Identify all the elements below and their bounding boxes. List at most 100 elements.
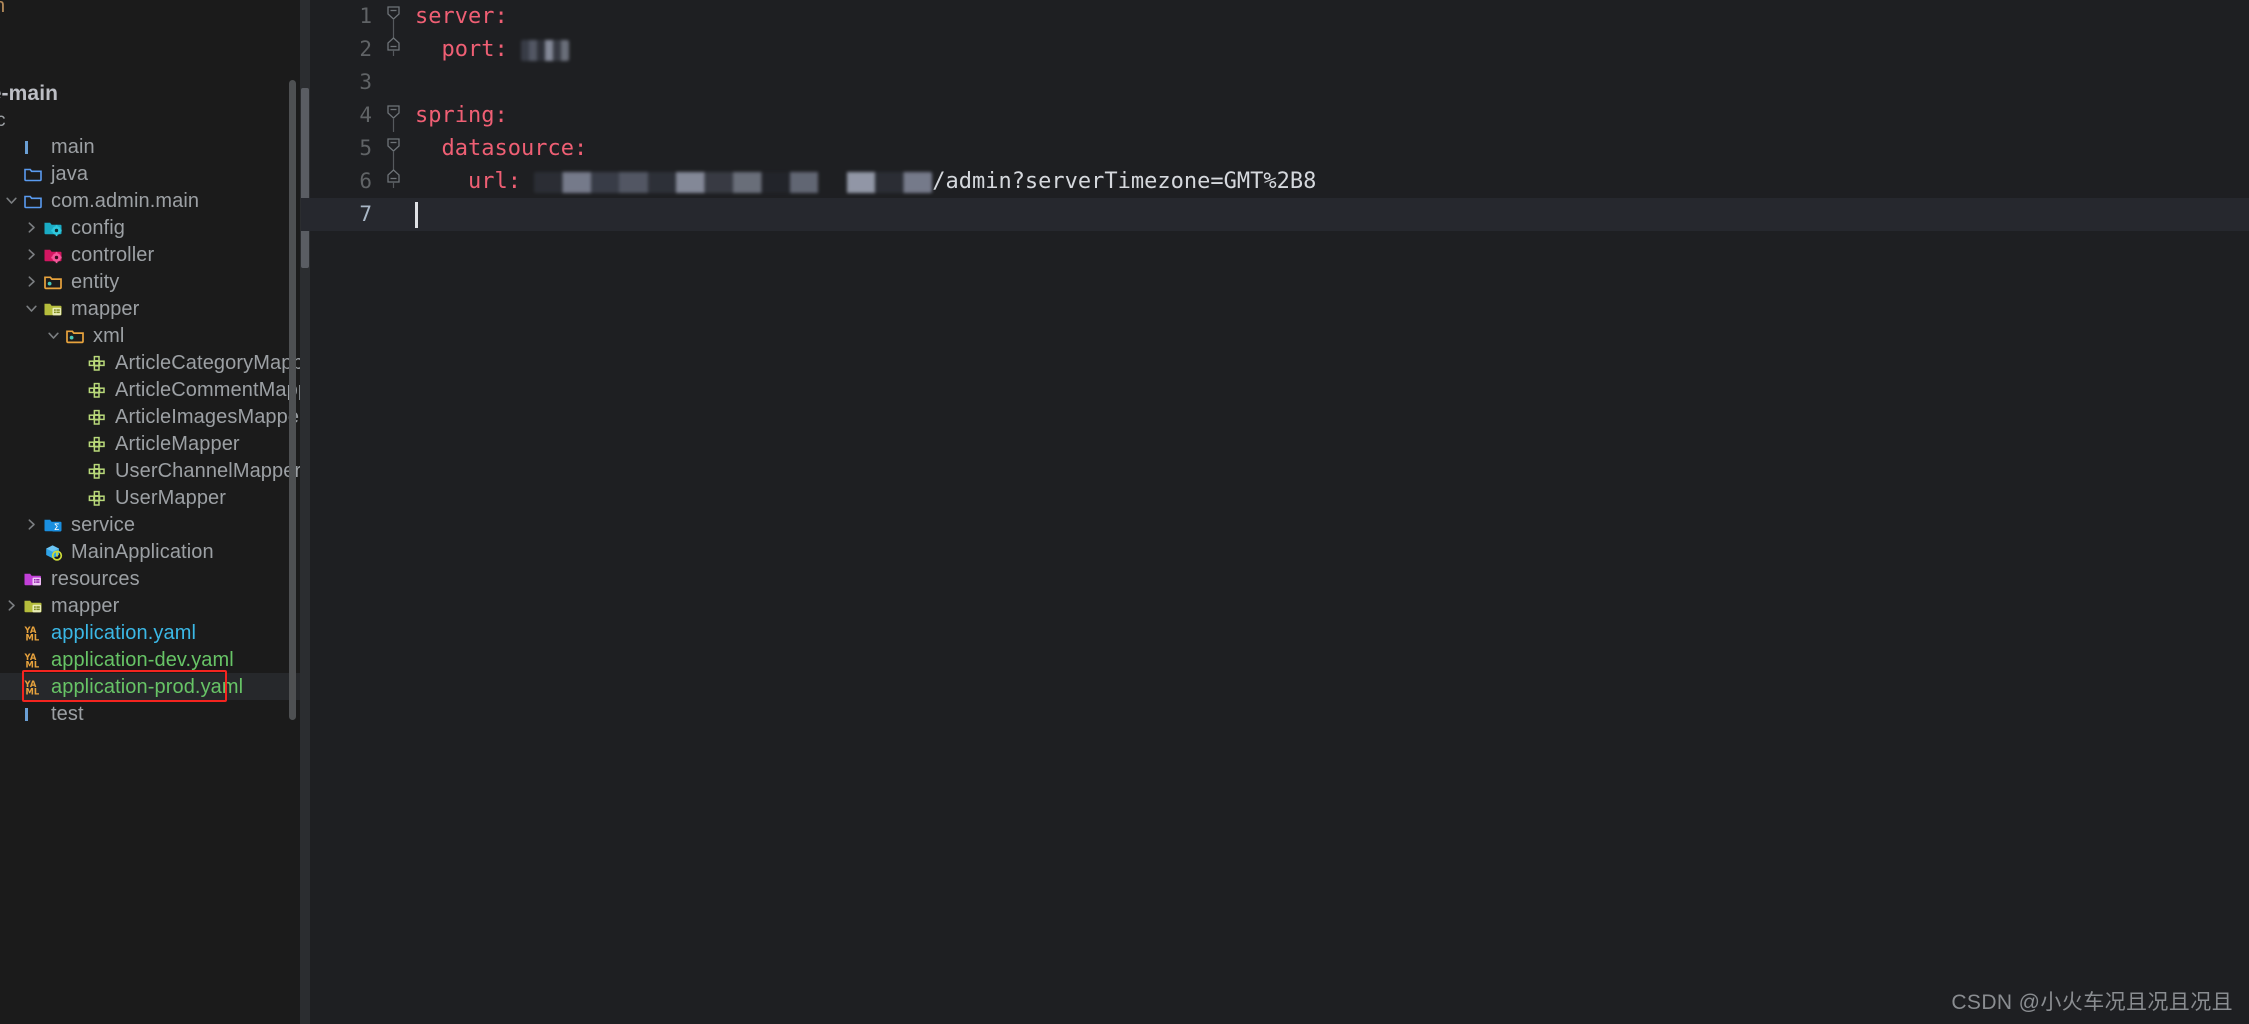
- tree-item-com-admin-main[interactable]: com.admin.main: [0, 187, 300, 214]
- tree-item-label: UserMapper: [115, 486, 227, 509]
- folder-service-icon: Σ: [42, 515, 64, 535]
- tree-item-label: controller: [71, 243, 155, 266]
- code-folding-gutter[interactable]: [381, 0, 407, 1024]
- tree-item-mapper[interactable]: mapper: [0, 592, 300, 619]
- source-root-icon: [22, 704, 44, 724]
- project-root-row[interactable]: ce-main: [0, 80, 58, 107]
- line-number-gutter: 1 2 3 4 5 6 7: [301, 0, 381, 1024]
- tree-item-config[interactable]: config: [0, 214, 300, 241]
- source-root-icon: [22, 137, 44, 157]
- project-tree-panel[interactable]: n ce-main c main java com.admin.main config…: [0, 0, 300, 1024]
- line-number: 3: [359, 70, 372, 94]
- code-line[interactable]: port:: [415, 33, 2249, 66]
- tree-item-articlemapper[interactable]: ArticleMapper: [0, 430, 300, 457]
- chevron-down-icon[interactable]: [42, 329, 64, 342]
- tree-item-label: xml: [93, 324, 125, 347]
- line-number: 6: [359, 169, 372, 193]
- fold-toggle-icon[interactable]: [381, 165, 407, 198]
- code-line[interactable]: server:: [415, 0, 2249, 33]
- tree-item-mapper[interactable]: mapper: [0, 295, 300, 322]
- tree-item-label: application.yaml: [51, 621, 197, 644]
- tree-list[interactable]: main java com.admin.main config controller en…: [0, 133, 300, 727]
- tree-item-xml[interactable]: xml: [0, 322, 300, 349]
- java-interface-icon: [86, 488, 108, 508]
- tree-item-controller[interactable]: controller: [0, 241, 300, 268]
- java-interface-icon: [86, 434, 108, 454]
- tree-item-usermapper[interactable]: UserMapper: [0, 484, 300, 511]
- tree-item-label: MainApplication: [71, 540, 214, 563]
- line-number: 7: [359, 202, 372, 226]
- tree-item-label: resources: [51, 567, 140, 590]
- code-line[interactable]: spring:: [415, 99, 2249, 132]
- chevron-right-icon[interactable]: [20, 221, 42, 234]
- tree-item-label: java: [51, 162, 89, 185]
- tree-item-label: entity: [71, 270, 120, 293]
- tree-item-application-prod-yaml[interactable]: YA ML application-prod.yaml: [0, 673, 300, 700]
- tree-item-label: application-dev.yaml: [51, 648, 234, 671]
- code-line[interactable]: [415, 198, 2249, 231]
- svg-text:ML: ML: [26, 659, 40, 669]
- yaml-key: url:: [415, 169, 535, 194]
- tree-item-label: test: [51, 702, 84, 725]
- code-line[interactable]: url: /admin?serverTimezone=GMT%2B8: [415, 165, 2249, 198]
- fold-toggle-icon[interactable]: [381, 33, 407, 66]
- tree-item-userchannelmapper[interactable]: UserChannelMapper: [0, 457, 300, 484]
- svg-text:ML: ML: [26, 686, 40, 696]
- watermark: CSDN @小火车况且况且况且: [1951, 991, 2233, 1014]
- folder-mapper-icon: [22, 596, 44, 616]
- chevron-right-icon[interactable]: [20, 518, 42, 531]
- tree-item-label: config: [71, 216, 125, 239]
- src-folder-row[interactable]: c: [0, 107, 6, 134]
- tree-item-entity[interactable]: entity: [0, 268, 300, 295]
- tree-item-articlecommentmapper[interactable]: ArticleCommentMapper: [0, 376, 300, 403]
- yaml-key: spring:: [415, 103, 508, 128]
- fold-toggle-icon[interactable]: [381, 0, 407, 33]
- folder-entity-icon: [42, 272, 64, 292]
- yaml-file-icon: YA ML: [22, 650, 44, 670]
- sidebar-scrollbar[interactable]: [289, 80, 296, 720]
- tree-item-application-yaml[interactable]: YA ML application.yaml: [0, 619, 300, 646]
- tree-item-articlecategorymapper[interactable]: ArticleCategoryMapper: [0, 349, 300, 376]
- tree-item-label: application-prod.yaml: [51, 675, 244, 698]
- tree-item-label: ArticleCommentMapper: [115, 378, 300, 401]
- chevron-right-icon[interactable]: [0, 599, 22, 612]
- tree-top-clipped-item[interactable]: n: [0, 0, 5, 19]
- yaml-key: server:: [415, 4, 508, 29]
- tree-item-articleimagesmapper[interactable]: ArticleImagesMapper: [0, 403, 300, 430]
- yaml-key: datasource:: [415, 136, 588, 161]
- chevron-down-icon[interactable]: [0, 194, 22, 207]
- yaml-key: port:: [415, 37, 521, 62]
- redacted-value: [534, 171, 933, 193]
- clipped-label: n: [0, 0, 5, 16]
- line-number: 2: [359, 37, 372, 61]
- tree-item-test[interactable]: test: [0, 700, 300, 727]
- tree-item-label: UserChannelMapper: [115, 459, 300, 482]
- tree-item-resources[interactable]: resources: [0, 565, 300, 592]
- tree-item-application-dev-yaml[interactable]: YA ML application-dev.yaml: [0, 646, 300, 673]
- folder-blue-icon: [22, 164, 44, 184]
- fold-toggle-icon[interactable]: [381, 132, 407, 165]
- tree-item-mainapplication[interactable]: MainApplication: [0, 538, 300, 565]
- tree-item-label: service: [71, 513, 136, 536]
- code-editor[interactable]: 1 2 3 4 5 6 7 server: port: spring: datasource…: [301, 0, 2249, 1024]
- tree-item-main[interactable]: main: [0, 133, 300, 160]
- code-line[interactable]: [415, 66, 2249, 99]
- tree-item-label: mapper: [71, 297, 140, 320]
- line-number: 4: [359, 103, 372, 127]
- tree-item-label: mapper: [51, 594, 120, 617]
- chevron-right-icon[interactable]: [20, 248, 42, 261]
- folder-blue-icon: [22, 191, 44, 211]
- tree-item-label: ArticleCategoryMapper: [115, 351, 300, 374]
- java-interface-icon: [86, 461, 108, 481]
- folder-controller-icon: [42, 245, 64, 265]
- src-label: c: [0, 110, 6, 131]
- chevron-down-icon[interactable]: [20, 302, 42, 315]
- code-line[interactable]: datasource:: [415, 132, 2249, 165]
- fold-toggle-icon[interactable]: [381, 99, 407, 132]
- chevron-right-icon[interactable]: [20, 275, 42, 288]
- yaml-file-icon: YA ML: [22, 623, 44, 643]
- tree-item-service[interactable]: Σservice: [0, 511, 300, 538]
- tree-item-java[interactable]: java: [0, 160, 300, 187]
- code-content[interactable]: server: port: spring: datasource: url: /…: [407, 0, 2249, 1024]
